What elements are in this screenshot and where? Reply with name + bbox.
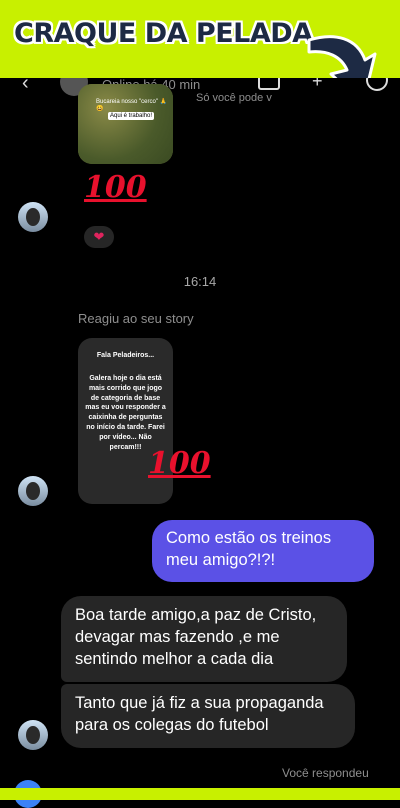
incoming-message[interactable]: Tanto que já fiz a sua propaganda para o…	[61, 684, 355, 748]
arrow-down-icon	[307, 35, 377, 78]
you-replied-label: Você respondeu	[282, 766, 369, 780]
add-icon[interactable]: +	[312, 78, 323, 92]
hundred-points-icon: 100	[148, 446, 211, 481]
info-icon[interactable]	[366, 78, 388, 91]
banner-title: CRAQUE DA PELADA	[14, 18, 313, 49]
story-sticker: Aqui é trabalho!	[108, 112, 155, 120]
avatar[interactable]	[18, 720, 48, 750]
incoming-message[interactable]: Boa tarde amigo,a paz de Cristo, devagar…	[61, 596, 347, 682]
back-icon[interactable]: ‹	[22, 78, 29, 95]
heart-reaction[interactable]: ❤	[84, 226, 114, 248]
avatar[interactable]	[18, 476, 48, 506]
story-image	[78, 84, 173, 164]
avatar[interactable]	[18, 202, 48, 232]
story-visibility-note: Só você pode v	[196, 92, 272, 104]
timestamp: 16:14	[183, 274, 217, 289]
story-thumbnail[interactable]: Bucareia nosso "cerco" 🙏😀 Aqui é trabalh…	[78, 84, 173, 164]
banner-bottom-strip	[0, 788, 400, 800]
story-card-body: Galera hoje o dia está mais corrido que …	[85, 375, 166, 451]
video-call-icon[interactable]	[258, 78, 280, 90]
story-reaction-label: Reagiu ao seu story	[78, 311, 194, 326]
outgoing-message[interactable]: Como estão os treinos meu amigo?!?!	[152, 520, 374, 582]
story-caption: Bucareia nosso "cerco" 🙏😀	[96, 99, 168, 112]
promo-banner: CRAQUE DA PELADA	[0, 0, 400, 78]
story-card-title: Fala Peladeiros...	[96, 352, 155, 359]
hundred-points-icon: 100	[84, 170, 147, 205]
